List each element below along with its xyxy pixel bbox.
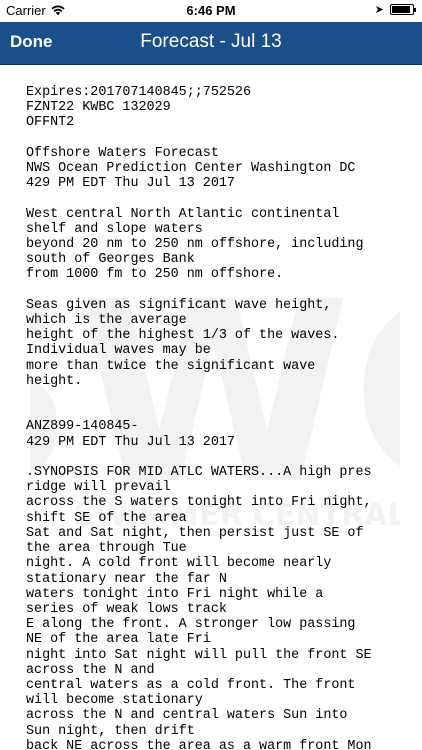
status-right: ➤ — [374, 3, 416, 16]
navigation-bar: Done Forecast - Jul 13 — [0, 22, 422, 65]
status-bar: Carrier 6:46 PM ➤ — [0, 0, 422, 22]
forecast-content[interactable]: SWC SWIMMER CENTRAL Expires:201707140845… — [0, 65, 422, 750]
status-time: 6:46 PM — [186, 3, 236, 18]
battery-icon — [390, 4, 416, 15]
forecast-text: Expires:201707140845;;752526 FZNT22 KWBC… — [26, 85, 372, 750]
location-arrow-icon: ➤ — [374, 4, 384, 16]
page-title: Forecast - Jul 13 — [140, 31, 282, 52]
